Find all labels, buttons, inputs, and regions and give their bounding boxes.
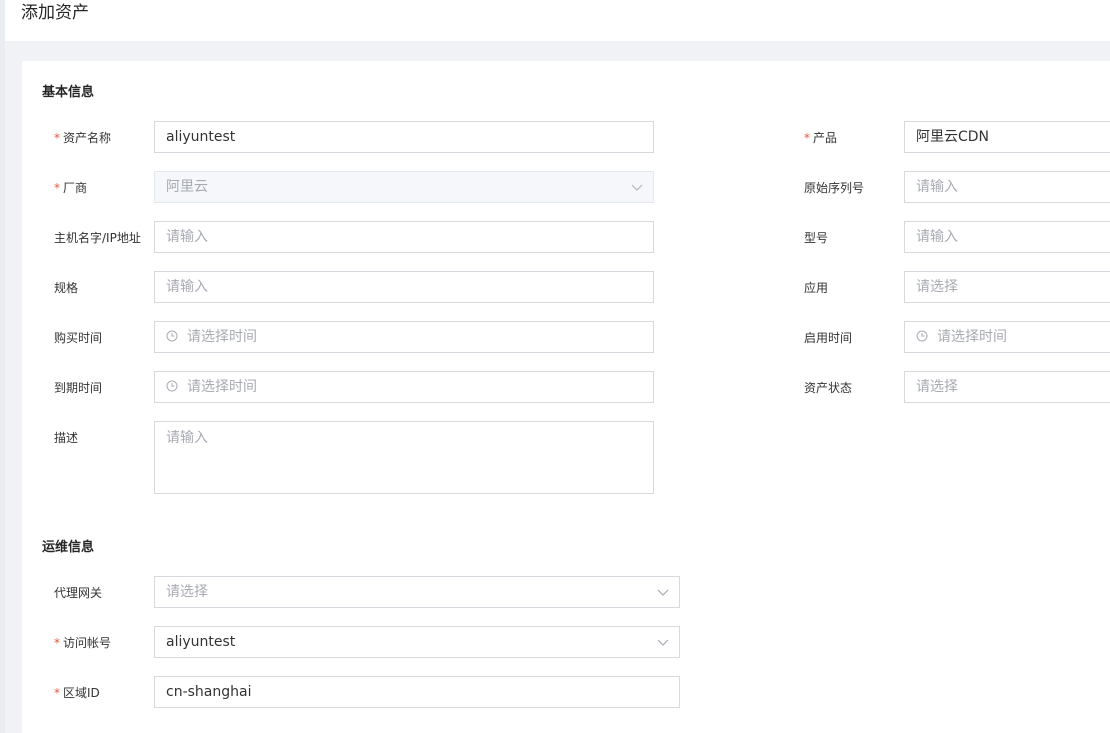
label-spec: 规格 (54, 281, 79, 295)
clock-icon (916, 330, 928, 341)
expire-time-picker[interactable]: 请选择时间 (154, 371, 654, 403)
required-mark: * (804, 131, 810, 145)
label-purchase-time: 购买时间 (54, 331, 103, 345)
page-title: 添加资产 (21, 3, 89, 22)
label-access-account: * 访问帐号 (54, 636, 112, 650)
asset-status-select[interactable]: 请选择 (904, 371, 1110, 403)
serial-input[interactable]: 请输入 (904, 171, 1110, 203)
asset-name-input[interactable]: aliyuntest (154, 121, 654, 153)
required-mark: * (54, 636, 60, 650)
label-app: 应用 (804, 281, 829, 295)
model-input[interactable]: 请输入 (904, 221, 1110, 253)
label-host: 主机名字/IP地址 (54, 231, 141, 245)
description-textarea[interactable]: 请输入 (154, 421, 654, 494)
vendor-select[interactable]: 阿里云 (154, 171, 654, 203)
app-select[interactable]: 请选择 (904, 271, 1110, 303)
label-description: 描述 (54, 431, 79, 445)
required-mark: * (54, 181, 60, 195)
purchase-time-picker[interactable]: 请选择时间 (154, 321, 654, 353)
proxy-gateway-placeholder: 请选择 (166, 584, 208, 600)
region-id-input[interactable]: cn-shanghai (154, 676, 680, 708)
access-account-select[interactable]: aliyuntest (154, 626, 680, 658)
host-input[interactable]: 请输入 (154, 221, 654, 253)
proxy-gateway-select[interactable]: 请选择 (154, 576, 680, 608)
label-region-id: * 区域ID (54, 686, 100, 700)
enable-time-picker[interactable]: 请选择时间 (904, 321, 1110, 353)
purchase-time-placeholder: 请选择时间 (187, 329, 257, 345)
clock-icon (166, 330, 178, 341)
label-expire-time: 到期时间 (54, 381, 103, 395)
product-input[interactable]: 阿里云CDN (904, 121, 1110, 153)
access-account-value: aliyuntest (166, 634, 236, 650)
chevron-down-icon (631, 184, 643, 191)
label-serial: 原始序列号 (804, 181, 865, 195)
clock-icon (166, 380, 178, 391)
section-title-basic: 基本信息 (42, 85, 95, 100)
label-proxy-gateway: 代理网关 (54, 586, 103, 600)
label-enable-time: 启用时间 (804, 331, 853, 345)
spec-input[interactable]: 请输入 (154, 271, 654, 303)
vendor-select-value: 阿里云 (166, 179, 208, 195)
label-vendor: * 厂商 (54, 181, 88, 195)
enable-time-placeholder: 请选择时间 (937, 329, 1007, 345)
label-model: 型号 (804, 231, 829, 245)
label-asset-name: * 资产名称 (54, 131, 112, 145)
label-asset-status: 资产状态 (804, 381, 853, 395)
section-title-ops: 运维信息 (42, 540, 95, 555)
required-mark: * (54, 131, 60, 145)
required-mark: * (54, 686, 60, 700)
expire-time-placeholder: 请选择时间 (187, 379, 257, 395)
label-product: * 产品 (804, 131, 838, 145)
chevron-down-icon (657, 589, 669, 596)
chevron-down-icon (657, 639, 669, 646)
